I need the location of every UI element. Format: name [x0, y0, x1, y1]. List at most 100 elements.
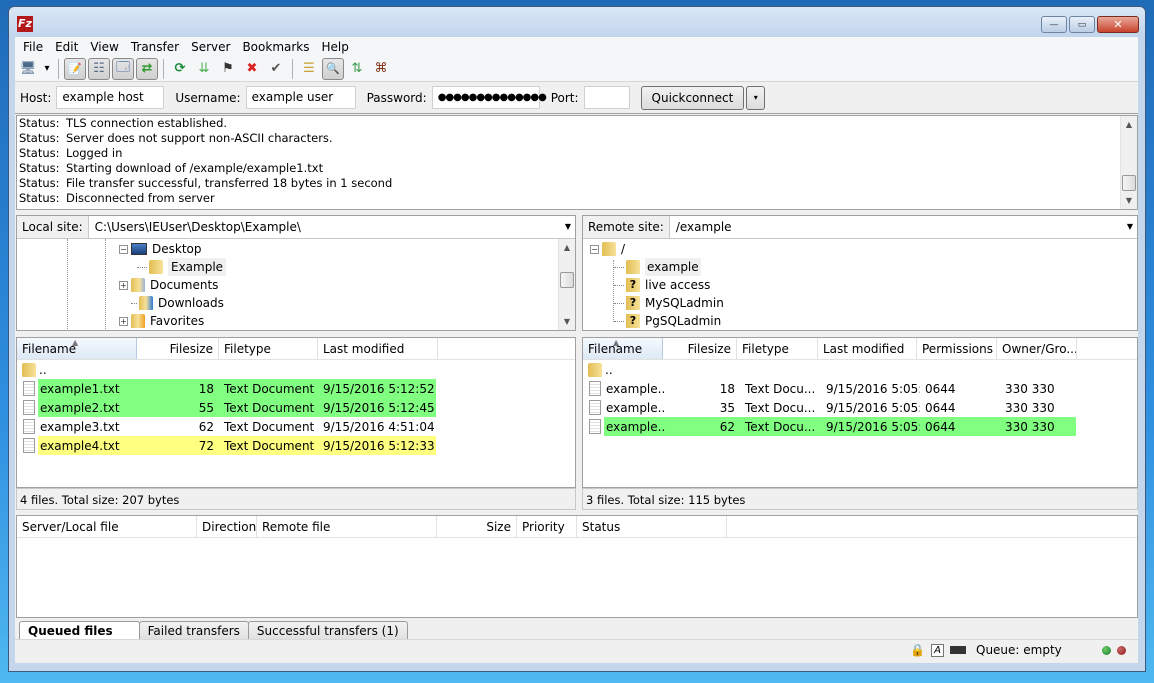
menu-help[interactable]: Help: [316, 40, 355, 54]
column-filesize[interactable]: Filesize: [137, 338, 219, 359]
tab-failed-transfers[interactable]: Failed transfers: [138, 621, 249, 641]
folder-icon: [626, 260, 640, 274]
column-filetype[interactable]: Filetype: [219, 338, 318, 359]
scroll-down-arrow-icon[interactable]: ▼: [559, 313, 575, 330]
remote-tree-item[interactable]: − /: [590, 240, 625, 258]
column-status[interactable]: Status: [577, 516, 727, 537]
menu-view[interactable]: View: [84, 40, 124, 54]
menu-edit[interactable]: Edit: [49, 40, 84, 54]
site-manager-icon[interactable]: 🖥: [17, 58, 39, 80]
column-filename[interactable]: ▲ Filename: [583, 338, 663, 359]
tab-queued-files[interactable]: Queued files: [19, 621, 140, 641]
toggle-message-log-icon[interactable]: 📝: [64, 57, 86, 80]
scroll-up-arrow-icon[interactable]: ▲: [559, 239, 575, 256]
column-server-local-file[interactable]: Server/Local file: [17, 516, 197, 537]
scrollbar-thumb[interactable]: [1122, 175, 1136, 191]
collapse-icon[interactable]: −: [119, 244, 128, 254]
local-tree-item-selected[interactable]: Example: [137, 258, 227, 276]
speed-limit-icon[interactable]: [950, 646, 966, 654]
directory-comparison-icon[interactable]: 🔍: [322, 57, 344, 80]
password-label: Password:: [366, 90, 427, 105]
menu-transfer[interactable]: Transfer: [125, 40, 185, 54]
menu-bookmarks[interactable]: Bookmarks: [236, 40, 315, 54]
column-direction[interactable]: Direction: [197, 516, 257, 537]
scrollbar-thumb[interactable]: [560, 272, 574, 288]
message-log[interactable]: Status: TLS connection established. Statu…: [16, 115, 1138, 210]
parent-directory-row[interactable]: ..: [17, 360, 575, 379]
cancel-operation-icon[interactable]: ⚑: [217, 58, 239, 80]
password-input[interactable]: ●●●●●●●●●●●●●●: [431, 86, 547, 109]
column-filename[interactable]: ▲ Filename: [17, 338, 137, 359]
refresh-icon[interactable]: ⟳: [169, 58, 191, 80]
column-remote-file[interactable]: Remote file: [257, 516, 437, 537]
remote-file-row[interactable]: example... 18 Text Docu... 9/15/2016 5:0…: [583, 379, 1137, 398]
column-size[interactable]: Size: [437, 516, 517, 537]
remote-file-row[interactable]: example... 35 Text Docu... 9/15/2016 5:0…: [583, 398, 1137, 417]
search-remote-icon[interactable]: ⌘: [370, 58, 392, 80]
log-key: Status:: [19, 146, 60, 160]
menu-server[interactable]: Server: [185, 40, 236, 54]
local-file-row[interactable]: example4.txt 72 Text Document 9/15/2016 …: [17, 436, 575, 455]
column-last-modified[interactable]: Last modified: [318, 338, 438, 359]
chevron-down-icon[interactable]: ▼: [1127, 216, 1133, 238]
process-queue-icon[interactable]: ⇊: [193, 58, 215, 80]
local-site-path-input[interactable]: C:\Users\IEUser\Desktop\Example\ ▼: [89, 216, 575, 238]
column-filesize[interactable]: Filesize: [663, 338, 737, 359]
synchronized-browsing-icon[interactable]: ⇅: [346, 58, 368, 80]
local-tree-item[interactable]: − Desktop: [119, 240, 202, 258]
column-filetype[interactable]: Filetype: [737, 338, 818, 359]
file-name: example...: [606, 381, 666, 396]
local-tree-item[interactable]: + Favorites: [119, 312, 204, 330]
expand-icon[interactable]: +: [119, 316, 128, 326]
maximize-button[interactable]: ▭: [1069, 16, 1095, 33]
tab-successful-transfers[interactable]: Successful transfers (1): [247, 621, 408, 641]
local-file-row[interactable]: example2.txt 55 Text Document 9/15/2016 …: [17, 398, 575, 417]
directory-filters-icon[interactable]: ☰: [298, 58, 320, 80]
remote-tree-item[interactable]: ? live access: [614, 276, 710, 294]
text-file-icon: [23, 400, 35, 415]
remote-file-row[interactable]: example... 62 Text Docu... 9/15/2016 5:0…: [583, 417, 1137, 436]
local-tree-scrollbar[interactable]: ▲ ▼: [558, 239, 575, 330]
toggle-transfer-queue-icon[interactable]: ⇄: [136, 57, 158, 80]
quickconnect-history-dropdown[interactable]: ▾: [746, 85, 766, 110]
remote-tree-item[interactable]: ? PgSQLadmin: [614, 312, 721, 330]
site-manager-dropdown-icon[interactable]: ▾: [41, 58, 53, 80]
quickconnect-button[interactable]: Quickconnect: [640, 85, 745, 110]
file-modified: 9/15/2016 4:51:04 ...: [323, 419, 436, 434]
minimize-button[interactable]: —: [1041, 16, 1067, 33]
column-priority[interactable]: Priority: [517, 516, 577, 537]
reconnect-icon[interactable]: ✔: [265, 58, 287, 80]
username-input[interactable]: example user: [245, 86, 356, 109]
log-message: File transfer successful, transferred 18…: [66, 176, 393, 190]
tree-guide: [105, 239, 106, 330]
remote-site-path-input[interactable]: /example ▼: [670, 216, 1137, 238]
scroll-up-arrow-icon[interactable]: ▲: [1121, 116, 1137, 133]
title-bar[interactable]: Fz — ▭ ✕: [9, 7, 1145, 37]
disconnect-icon[interactable]: ✖: [241, 58, 263, 80]
log-scrollbar[interactable]: ▲ ▼: [1120, 116, 1137, 209]
port-input[interactable]: [583, 86, 630, 109]
chevron-down-icon[interactable]: ▼: [565, 216, 571, 238]
toggle-local-tree-icon[interactable]: ☷: [88, 57, 110, 80]
sort-ascending-icon: ▲: [613, 338, 620, 347]
column-last-modified[interactable]: Last modified: [818, 338, 917, 359]
remote-tree-item[interactable]: ? MySQLadmin: [614, 294, 724, 312]
local-tree-item[interactable]: + Documents: [119, 276, 218, 294]
scroll-down-arrow-icon[interactable]: ▼: [1121, 192, 1137, 209]
expand-icon[interactable]: +: [119, 280, 128, 290]
local-file-row[interactable]: example3.txt 62 Text Document 9/15/2016 …: [17, 417, 575, 436]
column-permissions[interactable]: Permissions: [917, 338, 997, 359]
column-owner-group[interactable]: Owner/Gro...: [997, 338, 1077, 359]
host-input[interactable]: example host: [56, 86, 165, 109]
collapse-icon[interactable]: −: [590, 244, 599, 254]
binary-mode-icon[interactable]: A: [931, 643, 944, 657]
close-button[interactable]: ✕: [1097, 16, 1139, 33]
local-list-header: ▲ Filename Filesize Filetype Last modifie…: [17, 338, 575, 360]
remote-tree-item-selected[interactable]: example: [614, 258, 701, 276]
toggle-remote-tree-icon[interactable]: 🗔: [112, 57, 134, 80]
parent-directory-row[interactable]: ..: [583, 360, 1137, 379]
menu-file[interactable]: File: [17, 40, 49, 54]
local-tree-item[interactable]: Downloads: [131, 294, 224, 312]
local-file-row[interactable]: example1.txt 18 Text Document 9/15/2016 …: [17, 379, 575, 398]
unknown-folder-icon: ?: [626, 296, 640, 310]
